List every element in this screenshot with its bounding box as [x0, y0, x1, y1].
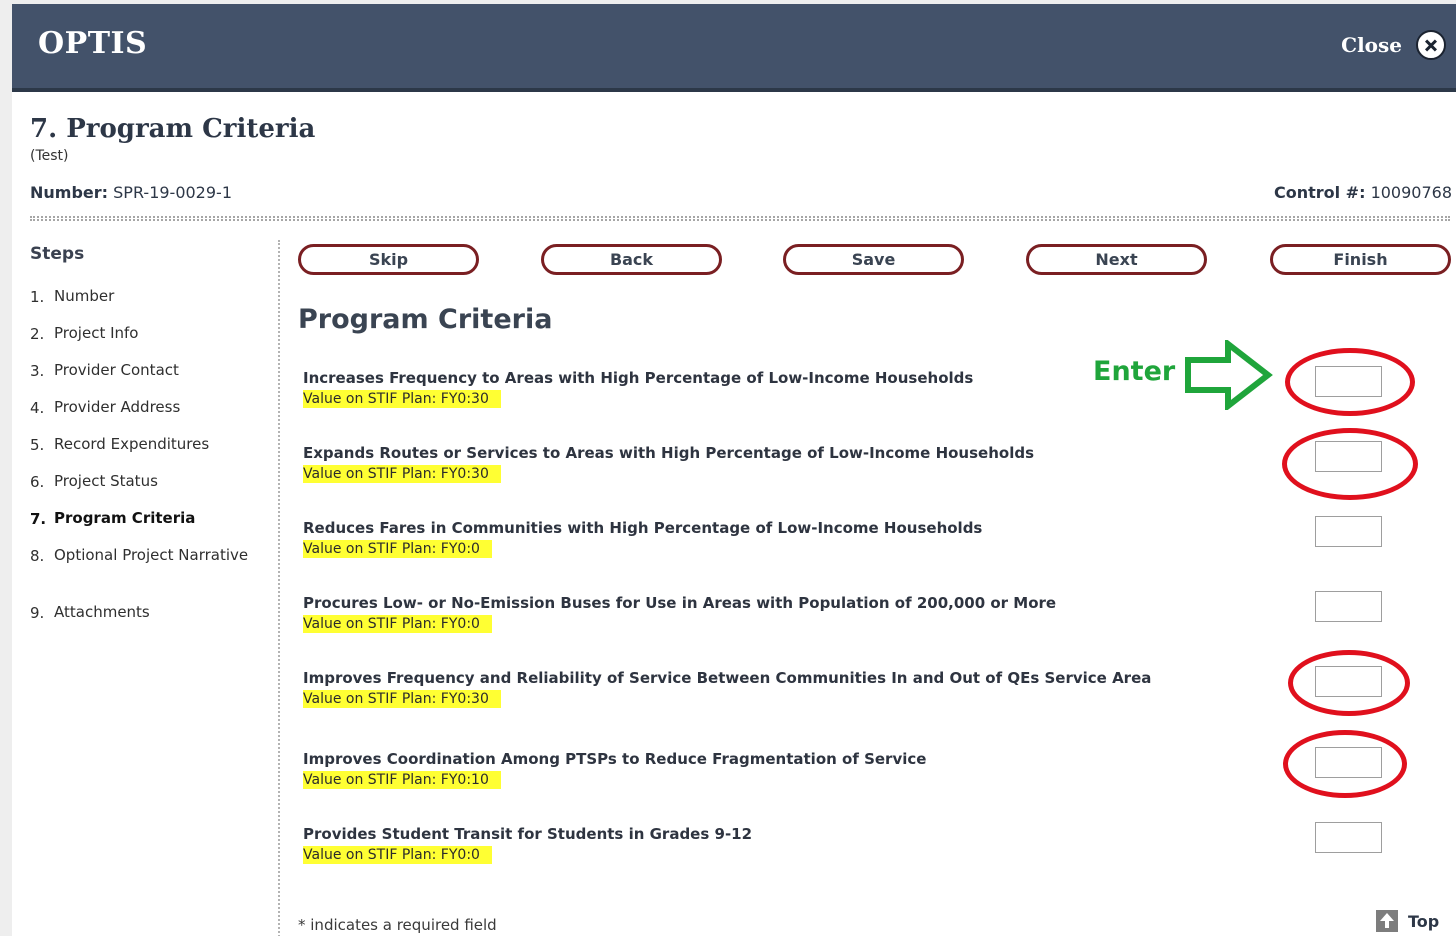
skip-button[interactable]: Skip — [298, 244, 479, 275]
step-item-number[interactable]: 1. Number — [30, 286, 270, 325]
step-item-program-criteria[interactable]: 7. Program Criteria — [30, 508, 270, 547]
step-number: 4. — [30, 399, 45, 417]
required-field-note: * indicates a required field — [298, 916, 497, 934]
criterion-plan-value: Value on STIF Plan: FY0:0 — [303, 846, 492, 864]
next-button[interactable]: Next — [1026, 244, 1207, 275]
right-arrow-icon — [1185, 340, 1273, 410]
steps-heading: Steps — [30, 244, 85, 264]
arrow-up-icon[interactable] — [1376, 910, 1398, 932]
step-number: 3. — [30, 362, 45, 380]
criterion-row: Improves Frequency and Reliability of Se… — [303, 668, 1203, 708]
back-to-top-link[interactable]: Top — [1376, 910, 1439, 932]
enter-annotation: Enter — [1093, 356, 1176, 387]
close-icon[interactable] — [1416, 30, 1446, 60]
criterion-input[interactable] — [1315, 666, 1382, 697]
criterion-plan-value: Value on STIF Plan: FY0:0 — [303, 540, 492, 558]
step-item-optional-narrative[interactable]: 8. Optional Project Narrative — [30, 545, 270, 604]
step-number: 5. — [30, 436, 45, 454]
step-item-project-status[interactable]: 6. Project Status — [30, 471, 270, 510]
criterion-label: Expands Routes or Services to Areas with… — [303, 444, 1035, 462]
back-button[interactable]: Back — [541, 244, 722, 275]
criterion-label: Improves Frequency and Reliability of Se… — [303, 669, 1152, 687]
step-label[interactable]: Record Expenditures — [54, 434, 209, 454]
app-title: OPTIS — [38, 26, 148, 61]
criterion-input[interactable] — [1315, 516, 1382, 547]
step-item-attachments[interactable]: 9. Attachments — [30, 602, 270, 641]
close-label[interactable]: Close — [1341, 33, 1402, 57]
criterion-input[interactable] — [1315, 747, 1382, 778]
step-label[interactable]: Provider Address — [54, 397, 180, 417]
control-label: Control #: — [1273, 183, 1366, 202]
step-label[interactable]: Provider Contact — [54, 360, 179, 380]
sidebar-divider — [278, 240, 280, 936]
criterion-label: Procures Low- or No-Emission Buses for U… — [303, 594, 1057, 612]
step-label[interactable]: Program Criteria — [54, 508, 195, 528]
criterion-label: Provides Student Transit for Students in… — [303, 825, 753, 843]
criterion-row: Increases Frequency to Areas with High P… — [303, 368, 1203, 408]
criterion-label: Increases Frequency to Areas with High P… — [303, 369, 974, 387]
criterion-plan-value: Value on STIF Plan: FY0:30 — [303, 690, 501, 708]
optis-window: OPTIS Close 7. Program Criteria (Test) N… — [12, 4, 1456, 936]
page-title: 7. Program Criteria — [30, 114, 316, 144]
criterion-input[interactable] — [1315, 366, 1382, 397]
criterion-plan-value: Value on STIF Plan: FY0:10 — [303, 771, 501, 789]
page-subtitle: (Test) — [30, 148, 69, 164]
number-value: SPR-19-0029-1 — [113, 183, 232, 202]
dotted-divider — [30, 216, 1450, 221]
step-label[interactable]: Optional Project Narrative — [54, 545, 248, 565]
step-item-record-expenditures[interactable]: 5. Record Expenditures — [30, 434, 270, 473]
step-number: 7. — [30, 510, 47, 528]
step-number: 9. — [30, 604, 45, 622]
criterion-plan-value: Value on STIF Plan: FY0:30 — [303, 465, 501, 483]
criterion-input[interactable] — [1315, 822, 1382, 853]
criterion-label: Reduces Fares in Communities with High P… — [303, 519, 983, 537]
control-value: 10090768 — [1370, 183, 1452, 202]
step-label[interactable]: Number — [54, 286, 114, 306]
step-number: 6. — [30, 473, 45, 491]
step-item-provider-contact[interactable]: 3. Provider Contact — [30, 360, 270, 399]
save-button[interactable]: Save — [783, 244, 964, 275]
criterion-label: Improves Coordination Among PTSPs to Red… — [303, 750, 927, 768]
number-label: Number: — [30, 183, 109, 202]
criterion-row: Expands Routes or Services to Areas with… — [303, 443, 1203, 483]
close-button[interactable]: Close — [1341, 28, 1446, 62]
steps-list: 1. Number 2. Project Info 3. Provider Conta… — [30, 286, 270, 641]
project-number: Number: SPR-19-0029-1 — [30, 183, 232, 202]
step-label[interactable]: Project Status — [54, 471, 158, 491]
criterion-input[interactable] — [1315, 591, 1382, 622]
criterion-row: Improves Coordination Among PTSPs to Red… — [303, 749, 1203, 789]
step-item-provider-address[interactable]: 4. Provider Address — [30, 397, 270, 436]
section-title: Program Criteria — [298, 304, 553, 335]
step-number: 8. — [30, 547, 45, 565]
step-number: 1. — [30, 288, 45, 306]
top-label[interactable]: Top — [1408, 912, 1439, 931]
control-number: Control #: 10090768 — [1274, 183, 1452, 202]
top-bar: OPTIS Close — [12, 4, 1456, 92]
criterion-row: Procures Low- or No-Emission Buses for U… — [303, 593, 1203, 633]
step-label[interactable]: Project Info — [54, 323, 138, 343]
criterion-plan-value: Value on STIF Plan: FY0:30 — [303, 390, 501, 408]
finish-button[interactable]: Finish — [1270, 244, 1451, 275]
step-label[interactable]: Attachments — [54, 602, 150, 622]
criterion-row: Provides Student Transit for Students in… — [303, 824, 1203, 864]
criterion-row: Reduces Fares in Communities with High P… — [303, 518, 1203, 558]
step-item-project-info[interactable]: 2. Project Info — [30, 323, 270, 362]
criterion-input[interactable] — [1315, 441, 1382, 472]
step-number: 2. — [30, 325, 45, 343]
criterion-plan-value: Value on STIF Plan: FY0:0 — [303, 615, 492, 633]
